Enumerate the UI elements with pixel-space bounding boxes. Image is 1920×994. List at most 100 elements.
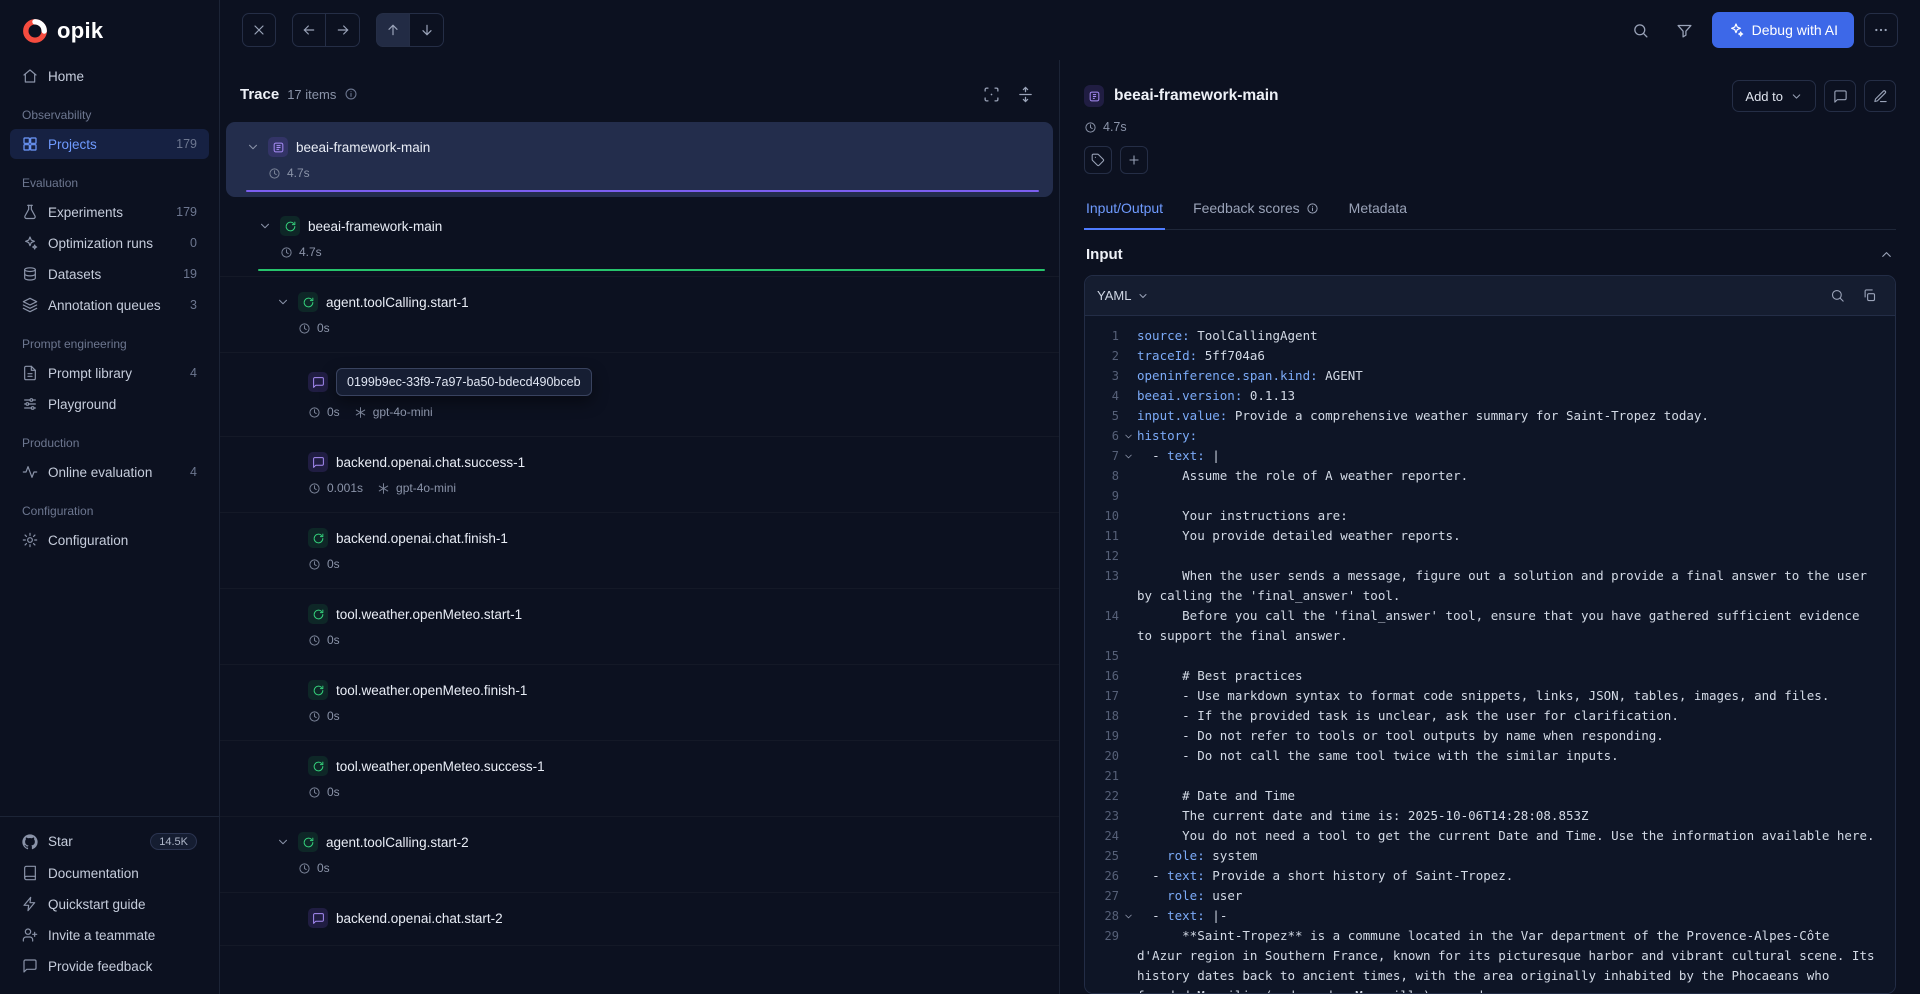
sidebar-item-invite-a-teammate[interactable]: Invite a teammate xyxy=(10,920,209,950)
edit-button[interactable] xyxy=(1864,80,1896,112)
trace-row[interactable]: 0199b9ec-33f9-7a97-ba50-bdecd490bceb0sgp… xyxy=(220,353,1059,437)
unfold-icon xyxy=(1017,86,1034,103)
filter-button[interactable] xyxy=(1668,13,1702,47)
code-text: - text: |- xyxy=(1137,906,1881,926)
trace-row[interactable]: agent.toolCalling.start-20s xyxy=(220,817,1059,893)
trace-row[interactable]: backend.openai.chat.success-10.001sgpt-4… xyxy=(220,437,1059,513)
sidebar-item-annotation-queues[interactable]: Annotation queues3 xyxy=(10,290,209,320)
trace-icon xyxy=(268,137,288,157)
trace-row-meta: 0s xyxy=(308,633,1045,647)
sidebar-item-optimization-runs[interactable]: Optimization runs0 xyxy=(10,228,209,258)
code-body[interactable]: 1source: ToolCallingAgent2traceId: 5ff70… xyxy=(1085,316,1895,993)
back-button[interactable] xyxy=(292,13,326,47)
fold-chevron-icon[interactable] xyxy=(1119,426,1137,442)
line-number: 6 xyxy=(1085,426,1119,446)
sidebar-item-configuration[interactable]: Configuration xyxy=(10,525,209,555)
line-number: 16 xyxy=(1085,666,1119,686)
trace-row-name: tool.weather.openMeteo.finish-1 xyxy=(336,683,527,698)
copy-icon xyxy=(1862,288,1877,303)
line-number: 27 xyxy=(1085,886,1119,906)
add-to-button[interactable]: Add to xyxy=(1732,80,1816,112)
sidebar-item-projects[interactable]: Projects179 xyxy=(10,129,209,159)
trace-row-duration: 0s xyxy=(327,405,340,419)
format-select[interactable]: YAML xyxy=(1097,288,1149,303)
sidebar-item-prompt-library[interactable]: Prompt library4 xyxy=(10,358,209,388)
expand-collapse-button[interactable] xyxy=(1011,80,1039,108)
tab-label: Input/Output xyxy=(1086,200,1163,216)
sliders-icon xyxy=(22,396,38,412)
trace-row[interactable]: beeai-framework-main4.7s xyxy=(220,201,1059,277)
prev-trace-button[interactable] xyxy=(376,13,410,47)
fold-spacer xyxy=(1119,326,1137,331)
trace-row[interactable]: tool.weather.openMeteo.start-1 0s xyxy=(220,589,1059,665)
trace-row-name: backend.openai.chat.finish-1 xyxy=(336,531,508,546)
sidebar-item-quickstart-guide[interactable]: Quickstart guide xyxy=(10,889,209,919)
line-number: 8 xyxy=(1085,466,1119,486)
arrow-up-icon xyxy=(385,22,401,38)
trace-row[interactable]: backend.openai.chat.start-2 xyxy=(220,893,1059,946)
fold-chevron-icon[interactable] xyxy=(1119,906,1137,922)
code-line: 3openinference.span.kind: AGENT xyxy=(1085,366,1881,386)
sidebar-item-home[interactable]: Home xyxy=(10,61,209,91)
trace-row[interactable]: agent.toolCalling.start-10s xyxy=(220,277,1059,353)
trace-row-main: beeai-framework-main xyxy=(246,137,1039,157)
tab-metadata[interactable]: Metadata xyxy=(1347,190,1409,230)
trace-nav-group xyxy=(376,13,444,47)
code-line: 7 - text: | xyxy=(1085,446,1881,466)
code-line: 14 Before you call the 'final_answer' to… xyxy=(1085,606,1881,646)
add-tag-button[interactable] xyxy=(1120,146,1148,174)
opik-logo-icon xyxy=(22,18,48,44)
message-icon xyxy=(22,958,38,974)
comment-button[interactable] xyxy=(1824,80,1856,112)
copy-button[interactable] xyxy=(1855,282,1883,310)
sidebar-item-experiments[interactable]: Experiments179 xyxy=(10,197,209,227)
sidebar-item-star[interactable]: Star14.5K xyxy=(10,826,209,857)
sidebar-item-label: Prompt library xyxy=(48,366,132,381)
code-search-button[interactable] xyxy=(1823,282,1851,310)
sidebar-item-label: Experiments xyxy=(48,205,123,220)
search-button[interactable] xyxy=(1624,13,1658,47)
fold-spacer xyxy=(1119,926,1137,931)
code-line: 13 When the user sends a message, figure… xyxy=(1085,566,1881,606)
sidebar-item-documentation[interactable]: Documentation xyxy=(10,858,209,888)
tab-feedback-scores[interactable]: Feedback scores xyxy=(1191,190,1321,230)
arrow-left-icon xyxy=(301,22,317,38)
chevron-down-icon xyxy=(258,219,272,233)
logo[interactable]: opik xyxy=(0,0,219,54)
forward-button[interactable] xyxy=(326,13,360,47)
code-line: 26 - text: Provide a short history of Sa… xyxy=(1085,866,1881,886)
trace-row[interactable]: beeai-framework-main4.7s xyxy=(226,122,1053,197)
database-icon xyxy=(22,266,38,282)
sidebar-item-online-evaluation[interactable]: Online evaluation4 xyxy=(10,457,209,487)
model-icon xyxy=(377,482,390,495)
fold-chevron-icon[interactable] xyxy=(1119,446,1137,462)
close-button[interactable] xyxy=(242,13,276,47)
chevron-down-icon xyxy=(1137,290,1149,302)
debug-with-ai-button[interactable]: Debug with AI xyxy=(1712,12,1854,48)
more-button[interactable] xyxy=(1864,13,1898,47)
sidebar-item-provide-feedback[interactable]: Provide feedback xyxy=(10,951,209,981)
sidebar-item-datasets[interactable]: Datasets19 xyxy=(10,259,209,289)
code-text xyxy=(1137,546,1881,566)
trace-row[interactable]: tool.weather.openMeteo.finish-10s xyxy=(220,665,1059,741)
next-trace-button[interactable] xyxy=(410,13,444,47)
trace-row[interactable]: tool.weather.openMeteo.success-10s xyxy=(220,741,1059,817)
sidebar-item-playground[interactable]: Playground xyxy=(10,389,209,419)
code-text: You provide detailed weather reports. xyxy=(1137,526,1881,546)
trace-row-meta: 0sgpt-4o-mini xyxy=(308,405,1045,419)
trace-row-meta: 4.7s xyxy=(258,245,1045,259)
trace-row-meta: 0.001sgpt-4o-mini xyxy=(308,481,1045,495)
code-text xyxy=(1137,766,1881,786)
trace-row[interactable]: backend.openai.chat.finish-10s xyxy=(220,513,1059,589)
trace-row-name: agent.toolCalling.start-1 xyxy=(326,295,469,310)
code-line: 28 - text: |- xyxy=(1085,906,1881,926)
fit-view-button[interactable] xyxy=(977,80,1005,108)
tab-input-output[interactable]: Input/Output xyxy=(1084,190,1165,230)
tag-button[interactable] xyxy=(1084,146,1112,174)
line-number: 11 xyxy=(1085,526,1119,546)
trace-row-main: tool.weather.openMeteo.start-1 xyxy=(308,604,1045,624)
input-section-header[interactable]: Input xyxy=(1084,230,1896,275)
fold-spacer xyxy=(1119,666,1137,671)
span-icon xyxy=(298,832,318,852)
clock-icon xyxy=(308,634,321,647)
